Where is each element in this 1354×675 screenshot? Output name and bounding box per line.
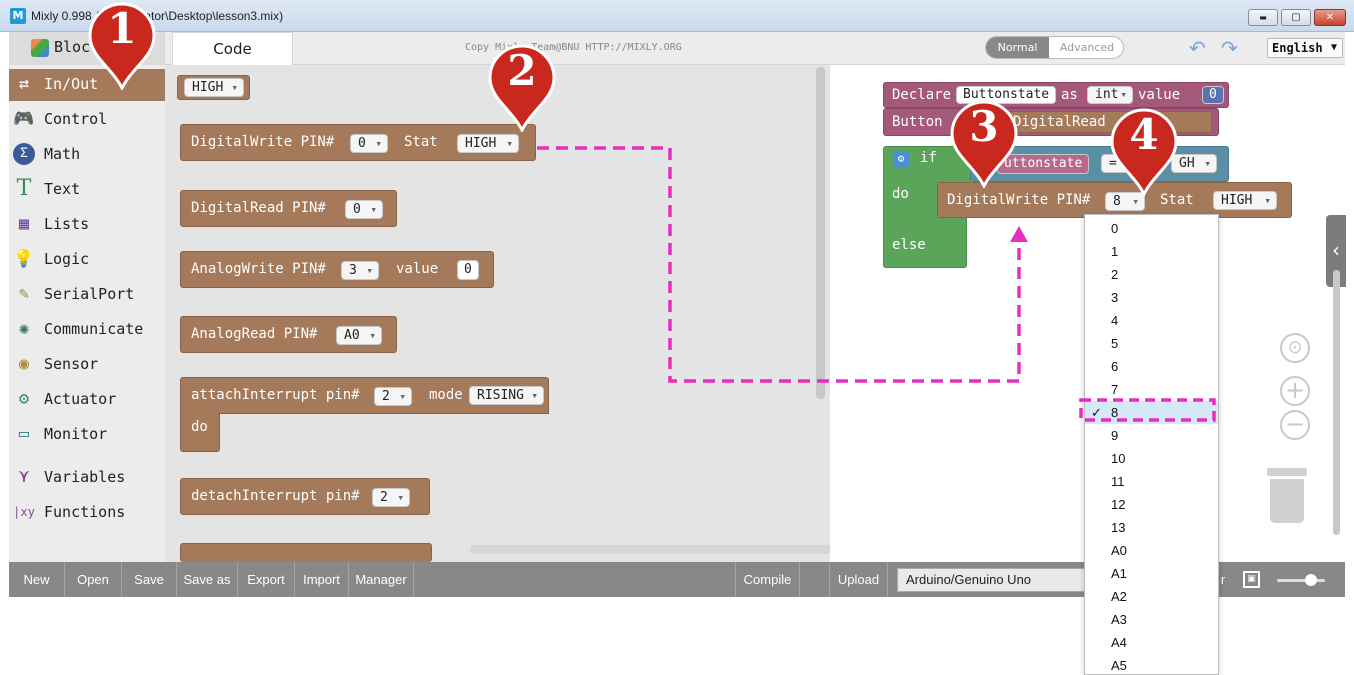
marker-number: 4 xyxy=(1129,110,1159,159)
annotation-marker-2: 2 xyxy=(486,44,558,132)
mixly-window: M Mixly 0.998 Administrator\Desktop\less… xyxy=(0,0,1354,675)
annotation-marker-3: 3 xyxy=(948,100,1020,188)
annotation-marker-4: 4 xyxy=(1108,108,1180,196)
marker-number: 3 xyxy=(969,102,999,151)
marker-number: 2 xyxy=(507,46,537,95)
annotation-arrow xyxy=(537,146,1216,422)
annotation-marker-1: 1 xyxy=(86,2,158,90)
marker-number: 1 xyxy=(107,4,137,53)
